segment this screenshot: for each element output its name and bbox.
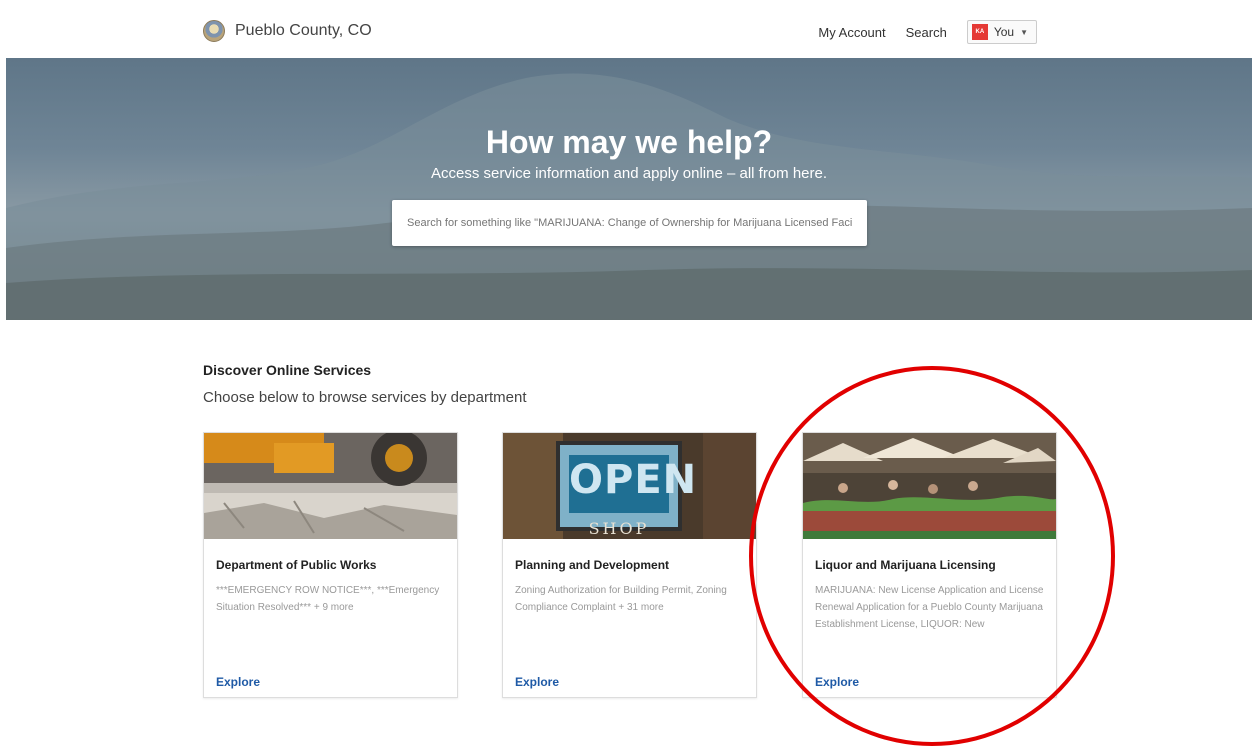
card-liquor-marijuana[interactable]: Liquor and Marijuana Licensing MARIJUANA… <box>802 432 1057 698</box>
card-image-public-works <box>204 433 457 539</box>
card-title: Department of Public Works <box>216 558 377 572</box>
hero-title: How may we help? <box>485 124 773 160</box>
my-account-link[interactable]: My Account <box>818 25 885 40</box>
card-image-liquor-marijuana <box>803 433 1056 539</box>
card-description: ***EMERGENCY ROW NOTICE***, ***Emergency… <box>216 585 440 613</box>
discover-title: Discover Online Services <box>203 362 372 378</box>
hero-banner: How may we help? Access service informat… <box>6 58 1252 320</box>
card-title: Planning and Development <box>515 558 670 572</box>
discover-subtitle: Choose below to browse services by depar… <box>203 389 527 406</box>
brand-name: Pueblo County, CO <box>235 22 372 39</box>
card-title: Liquor and Marijuana Licensing <box>815 558 996 572</box>
brand[interactable]: Pueblo County, CO <box>203 20 372 42</box>
explore-link-public-works[interactable]: Explore <box>216 675 260 689</box>
service-search-input[interactable] <box>392 200 867 246</box>
county-seal-icon <box>203 20 225 42</box>
search-link[interactable]: Search <box>906 25 947 40</box>
card-image-planning: OPEN SHOP <box>503 433 756 539</box>
caret-down-icon: ▼ <box>1020 27 1028 37</box>
explore-link-liquor-marijuana[interactable]: Explore <box>815 675 859 689</box>
shop-sign-text: SHOP <box>588 519 650 538</box>
top-nav: My Account Search KA You ▼ <box>818 20 1037 44</box>
card-description: MARIJUANA: New License Application and L… <box>815 585 1044 630</box>
hero-subtitle: Access service information and apply onl… <box>430 165 828 182</box>
card-public-works[interactable]: Department of Public Works ***EMERGENCY … <box>203 432 458 698</box>
card-planning[interactable]: OPEN SHOP Planning and Development Zonin… <box>502 432 757 698</box>
top-header: Pueblo County, CO My Account Search KA Y… <box>0 0 1255 58</box>
open-sign-text: OPEN <box>569 457 698 503</box>
user-menu-label: You <box>993 25 1015 39</box>
card-description: Zoning Authorization for Building Permit… <box>515 585 727 613</box>
mountain-background <box>6 73 1252 320</box>
user-menu-button[interactable]: KA You ▼ <box>966 20 1037 44</box>
avatar: KA <box>971 24 988 40</box>
explore-link-planning[interactable]: Explore <box>515 675 559 689</box>
